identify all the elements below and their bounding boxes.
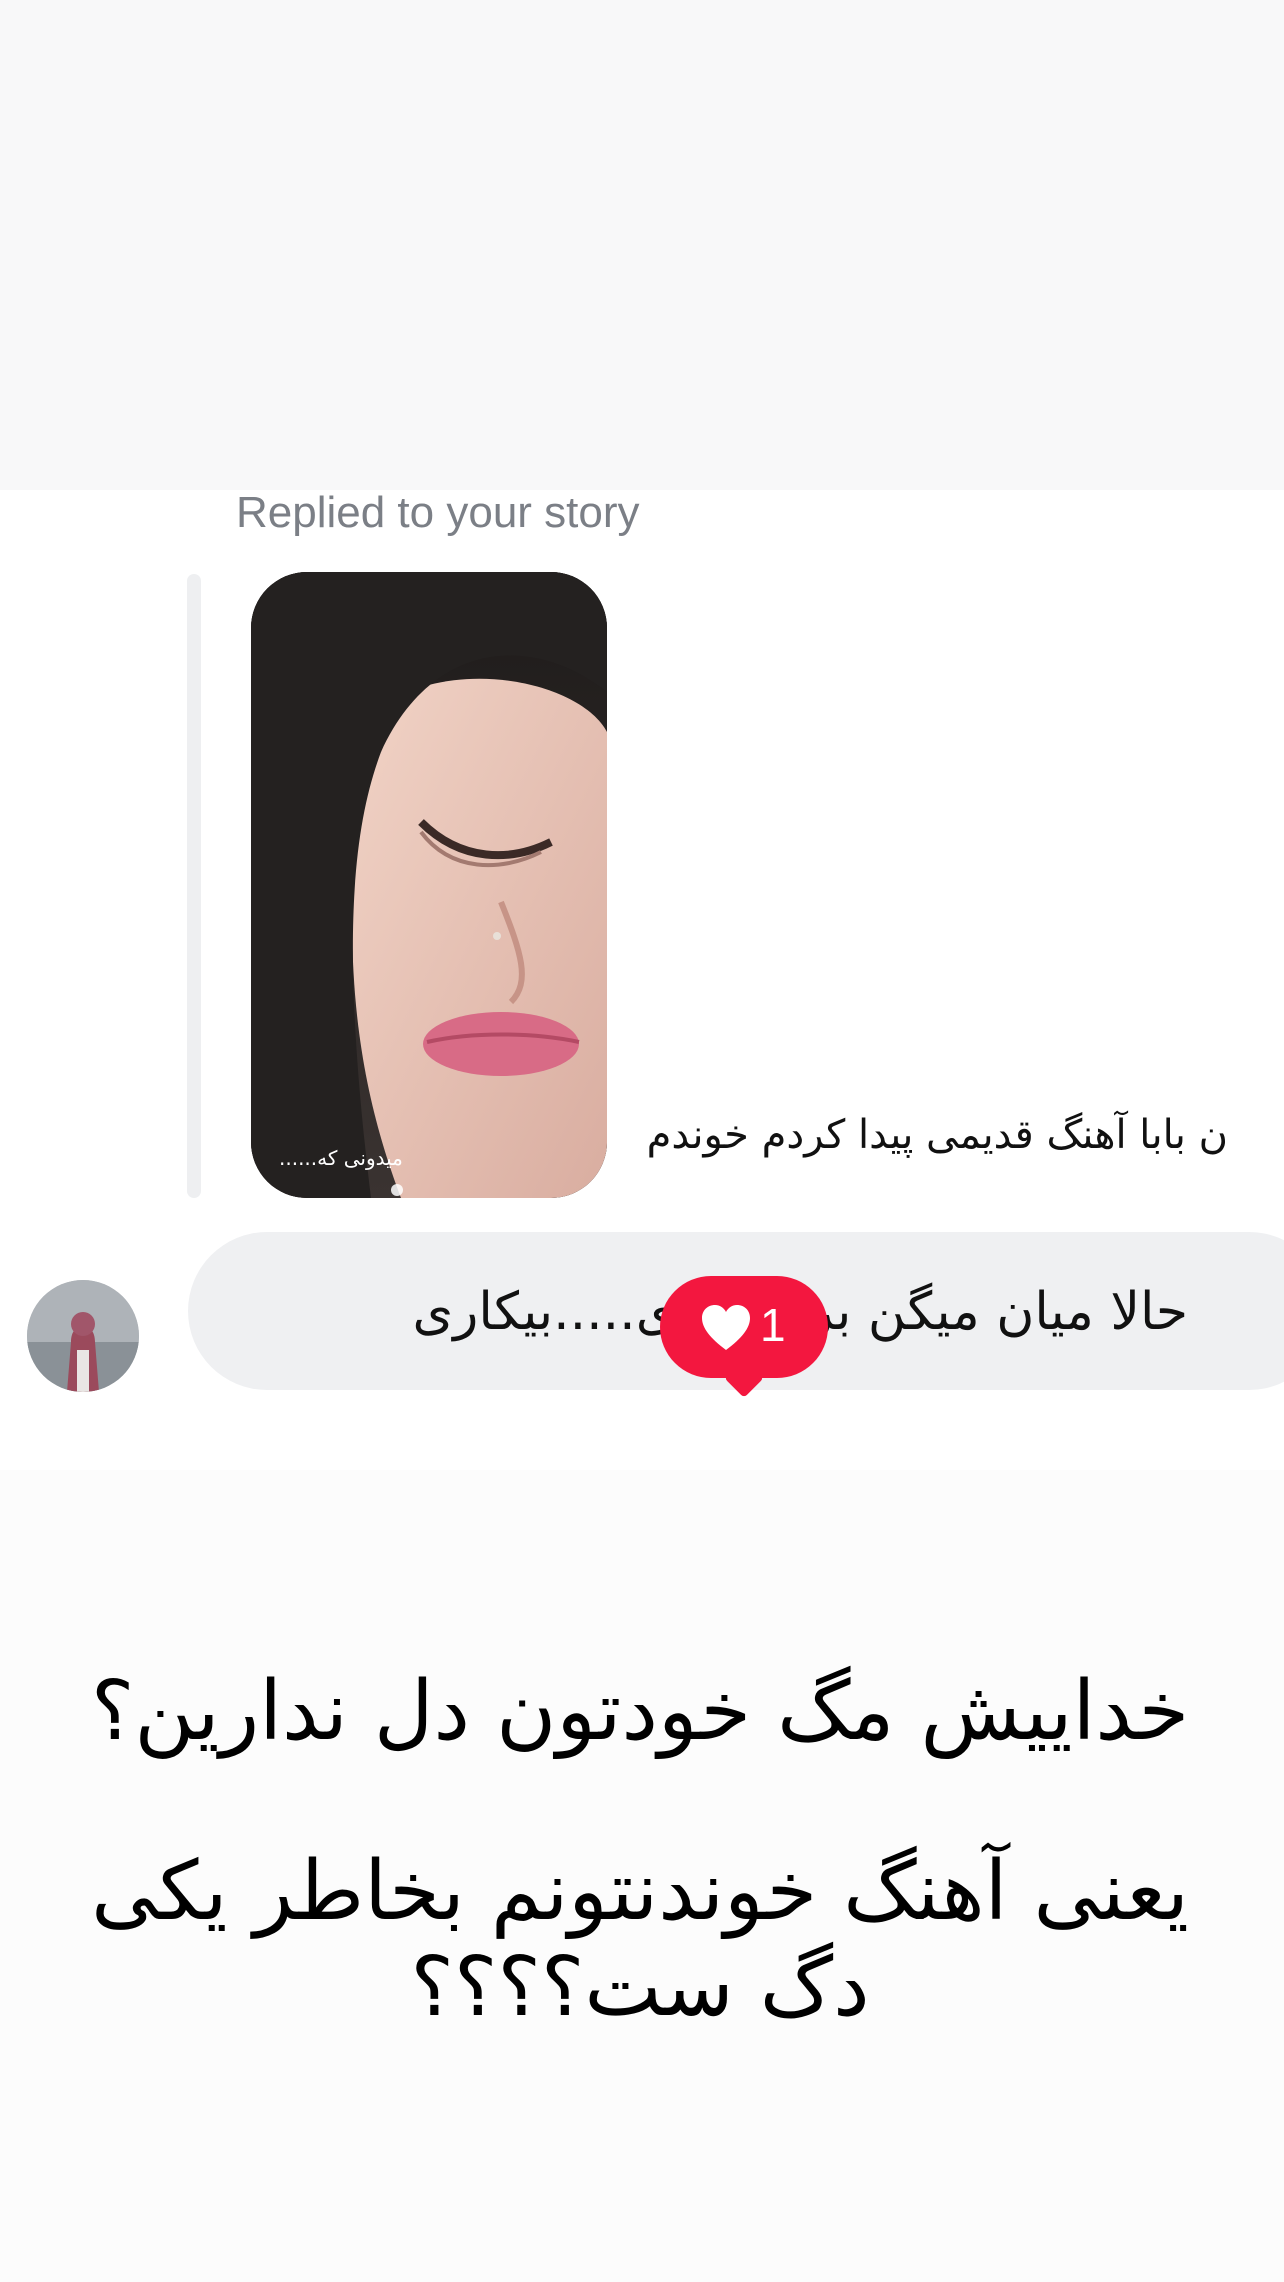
story-page-dot: [391, 1184, 403, 1196]
avatar[interactable]: [27, 1280, 139, 1392]
avatar-photo: [27, 1280, 139, 1392]
story-photo: [251, 572, 607, 1198]
replied-to-story-label: Replied to your story: [236, 488, 640, 537]
reply-indicator-bar: [187, 574, 201, 1198]
heart-icon: [702, 1305, 750, 1350]
top-blank-area: [0, 0, 1284, 490]
story-overlay-text: ن بابا آهنگ قدیمی پیدا کردم خوندم: [646, 1112, 1228, 1158]
reaction-count: 1: [760, 1299, 786, 1351]
overlay-text-line-1: خداییش مگ خودتون دل ندارین؟: [90, 1664, 1190, 1759]
story-caption: میدونی که......: [279, 1146, 403, 1170]
story-thumbnail[interactable]: میدونی که......: [251, 572, 607, 1198]
overlay-text-line-2: یعنی آهنگ خوندنتونم بخاطر یکی دگ ست؟؟؟؟: [91, 1844, 1189, 2035]
